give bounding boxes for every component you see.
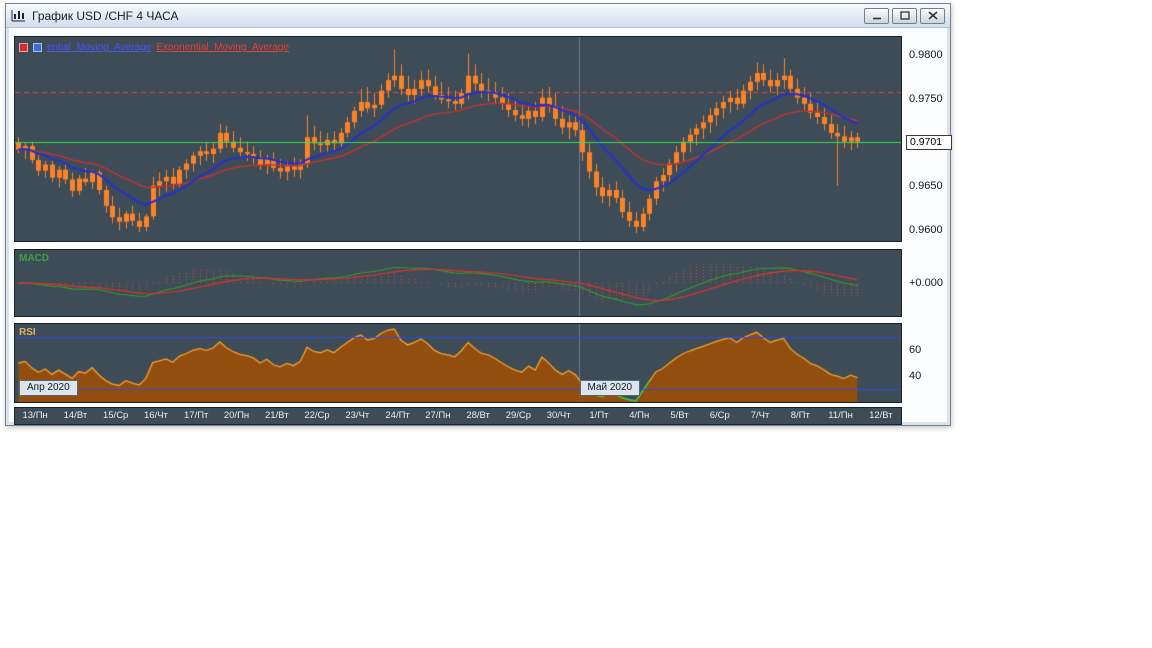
macd-panel: MACD: [14, 249, 902, 317]
x-axis-label: 20/Пн: [223, 410, 250, 421]
macd-label: MACD: [19, 253, 49, 264]
chart-client-area: ential_Moving_Average Exponential_Moving…: [9, 28, 952, 425]
ema-slow-legend-label[interactable]: Exponential_Moving_Average: [156, 42, 289, 53]
price-tick-label: 0.9600: [909, 224, 943, 237]
window-controls: [864, 7, 945, 24]
x-axis-label: 6/Ср: [709, 410, 730, 421]
x-axis-label: 21/Вт: [264, 410, 289, 421]
x-axis-label: 17/Пт: [184, 410, 209, 421]
rsi-label: RSI: [19, 327, 36, 338]
macd-zero-label: +0.000: [909, 277, 943, 289]
window-title: График USD /CHF 4 ЧАСА: [32, 8, 179, 23]
maximize-button[interactable]: [892, 7, 917, 24]
x-axis-label: 15/Ср: [102, 410, 129, 421]
rsi-panel: RSI: [14, 323, 902, 403]
rsi-tick-label: 60: [909, 344, 922, 356]
x-axis-label: 13/Пн: [22, 410, 48, 421]
indicator-legend: ential_Moving_Average Exponential_Moving…: [19, 42, 289, 53]
price-chart-canvas[interactable]: [15, 37, 901, 241]
x-axis-label: 7/Чт: [750, 410, 770, 421]
ema-fast-legend-label[interactable]: ential_Moving_Average: [47, 42, 151, 53]
x-axis-label: 22/Ср: [304, 410, 330, 421]
x-axis-label: 30/Чт: [546, 410, 571, 421]
x-axis-label: 24/Пт: [385, 410, 410, 421]
chart-window: График USD /CHF 4 ЧАСА ential_Moving_Ave…: [5, 3, 952, 426]
x-axis-label: 28/Вт: [466, 410, 490, 421]
price-tick-label: 0.9800: [909, 48, 943, 61]
x-axis-label: 23/Чт: [345, 410, 370, 421]
x-axis-label: 5/Вт: [670, 410, 689, 421]
month-badge-may: Май 2020: [579, 380, 641, 396]
rsi-tick-label: 40: [909, 370, 922, 382]
chart-app-icon: [11, 9, 26, 22]
close-button[interactable]: [920, 7, 945, 24]
x-axis-label: 8/Пт: [790, 410, 810, 421]
price-axis[interactable]: 0.9701 0.98000.97500.97000.96500.9600+0.…: [906, 28, 954, 422]
x-axis-label: 16/Чт: [144, 410, 168, 421]
x-axis-label: 1/Пт: [589, 410, 609, 421]
macd-chart-canvas[interactable]: [15, 250, 901, 316]
price-tick-label: 0.9650: [909, 180, 943, 193]
price-panel: ential_Moving_Average Exponential_Moving…: [14, 36, 902, 242]
legend-red-swatch[interactable]: [19, 43, 28, 52]
x-axis-label: 12/Вт: [869, 410, 893, 421]
legend-blue-swatch[interactable]: [33, 43, 42, 52]
month-badge-april: Апр 2020: [19, 380, 78, 396]
x-axis-label: 4/Пн: [629, 410, 650, 421]
rsi-chart-canvas[interactable]: [15, 324, 901, 402]
time-axis[interactable]: 13/Пн 14/Вт 15/Ср 16/Чт 17/Пт 20/Пн 21/Вт 22/Ср…: [14, 407, 902, 425]
minimize-button[interactable]: [864, 7, 889, 24]
x-axis-label: 14/Вт: [63, 410, 88, 421]
x-axis-label: 27/Пн: [425, 410, 451, 421]
x-axis-label: 29/Ср: [505, 410, 532, 421]
titlebar[interactable]: График USD /CHF 4 ЧАСА: [6, 4, 950, 28]
current-price-tag: 0.9701: [906, 134, 952, 150]
x-axis-label: 11/Пн: [828, 410, 853, 421]
price-tick-label: 0.9750: [909, 92, 943, 105]
